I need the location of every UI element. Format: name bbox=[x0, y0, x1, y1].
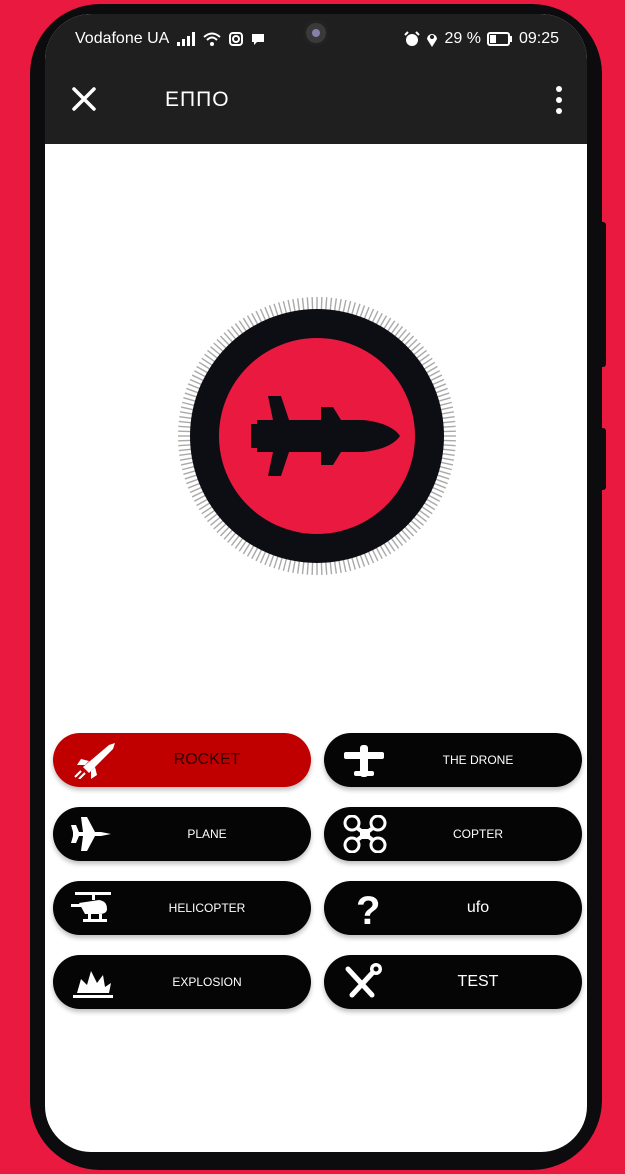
question-mark-icon: ? bbox=[356, 889, 380, 927]
threat-emblem bbox=[178, 297, 456, 575]
location-icon bbox=[427, 34, 438, 47]
power-button bbox=[598, 428, 606, 490]
explosion-button[interactable]: EXPLOSION bbox=[53, 955, 311, 1009]
test-button[interactable]: TEST bbox=[324, 955, 582, 1009]
battery-percent: 29 % bbox=[444, 30, 481, 47]
ufo-button[interactable]: ? ufo bbox=[324, 881, 582, 935]
rocket-button[interactable]: ROCKET bbox=[53, 733, 311, 787]
carrier-name: Vodafone UA bbox=[75, 30, 170, 47]
wifi-icon bbox=[203, 32, 221, 46]
volume-button bbox=[598, 222, 606, 367]
svg-text:?: ? bbox=[356, 889, 380, 927]
chat-icon bbox=[252, 34, 265, 45]
more-menu-icon[interactable] bbox=[555, 86, 563, 118]
signal-icon bbox=[177, 32, 196, 46]
test-label: TEST bbox=[457, 973, 499, 990]
explosion-label: EXPLOSION bbox=[172, 975, 242, 989]
drone-button[interactable]: THE DRONE bbox=[324, 733, 582, 787]
close-icon[interactable] bbox=[69, 84, 99, 114]
app-title: ЕППО bbox=[165, 88, 230, 111]
helicopter-label: HELICOPTER bbox=[168, 901, 246, 915]
alarm-icon bbox=[404, 31, 421, 46]
helicopter-icon bbox=[71, 892, 111, 922]
ufo-label: ufo bbox=[466, 899, 490, 916]
copter-button[interactable]: COPTER bbox=[324, 807, 582, 861]
plane-label: PLANE bbox=[187, 827, 227, 841]
plane-icon bbox=[71, 817, 111, 851]
instagram-icon bbox=[229, 32, 244, 46]
plane-button[interactable]: PLANE bbox=[53, 807, 311, 861]
quadcopter-icon bbox=[343, 815, 387, 853]
battery-icon bbox=[486, 32, 512, 46]
front-camera bbox=[303, 20, 329, 46]
drone-label: THE DRONE bbox=[442, 753, 514, 767]
screen: Vodafone UA 29 % 09:25 ЕППО ROCKET THE D… bbox=[45, 14, 587, 1152]
drone-icon bbox=[344, 745, 384, 777]
rocket-label: ROCKET bbox=[173, 751, 241, 768]
rocket-icon bbox=[74, 743, 115, 779]
copter-label: COPTER bbox=[452, 827, 503, 841]
tools-icon bbox=[345, 963, 382, 998]
explosion-icon bbox=[73, 971, 113, 998]
helicopter-button[interactable]: HELICOPTER bbox=[53, 881, 311, 935]
clock: 09:25 bbox=[518, 30, 559, 47]
status-bar: Vodafone UA 29 % 09:25 bbox=[45, 14, 587, 58]
app-bar: ЕППО bbox=[45, 58, 587, 144]
